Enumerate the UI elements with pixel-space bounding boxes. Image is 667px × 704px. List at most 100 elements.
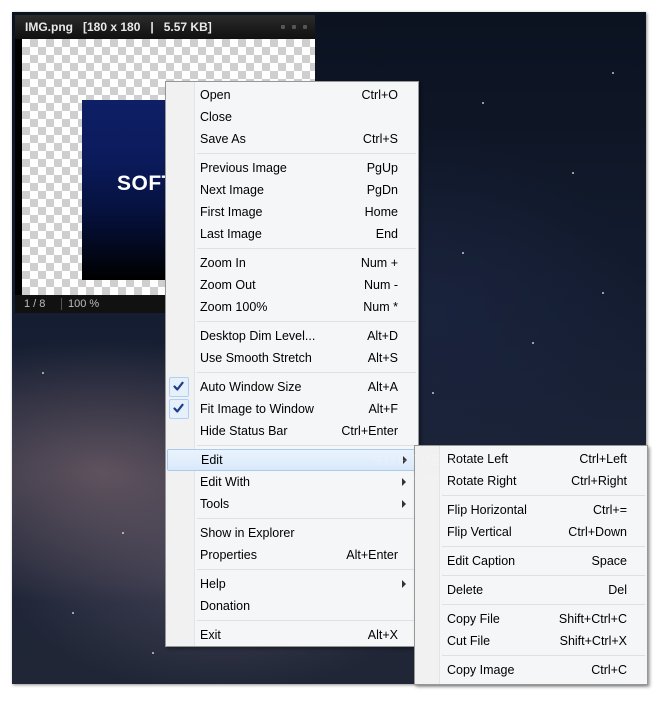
menu-item-next-image[interactable]: Next Image PgDn: [166, 179, 418, 201]
menu-item-shortcut: PgDn: [366, 183, 398, 197]
menu-item-label: Auto Window Size: [200, 380, 302, 394]
menu-item-label: Edit: [201, 453, 223, 467]
menu-item-label: Donation: [200, 599, 251, 613]
menu-item-label: Flip Horizontal: [447, 503, 527, 517]
menu-separator: [166, 617, 418, 624]
menu-separator: [166, 442, 418, 449]
minimize-dot[interactable]: [281, 25, 285, 29]
menu-separator: [415, 543, 647, 550]
menu-item-label: Copy File: [447, 612, 500, 626]
menu-separator: [415, 652, 647, 659]
menu-item-label: Edit With: [200, 475, 251, 489]
menu-item-label: Use Smooth Stretch: [200, 351, 312, 365]
zoom-level: 100 %: [68, 298, 100, 310]
menu-item-shortcut: Space: [591, 554, 627, 568]
menu-item-label: Edit Caption: [447, 554, 516, 568]
menu-item-show-in-explorer[interactable]: Show in Explorer: [166, 522, 418, 544]
menu-item-label: Desktop Dim Level...: [200, 329, 316, 343]
maximize-dot[interactable]: [292, 25, 296, 29]
menu-separator: [166, 245, 418, 252]
menu-item-shortcut: Alt+F: [368, 402, 398, 416]
menu-item-auto-window-size[interactable]: Auto Window Size Alt+A: [166, 376, 418, 398]
menu-item-smooth-stretch[interactable]: Use Smooth Stretch Alt+S: [166, 347, 418, 369]
menu-item-flip-horizontal[interactable]: Flip Horizontal Ctrl+=: [415, 499, 647, 521]
menu-item-shortcut: End: [375, 227, 398, 241]
menu-separator: [166, 369, 418, 376]
menu-item-shortcut: PgUp: [366, 161, 398, 175]
menu-item-shortcut: Alt+X: [367, 628, 398, 642]
submenu-arrow-icon: [402, 580, 406, 588]
viewer-title-bar[interactable]: IMG.png [180 x 180 | 5.57 KB]: [15, 15, 315, 39]
menu-item-delete[interactable]: Delete Del: [415, 579, 647, 601]
menu-item-shortcut: Alt+A: [367, 380, 398, 394]
menu-item-label: Exit: [200, 628, 221, 642]
menu-item-copy-file[interactable]: Copy File Shift+Ctrl+C: [415, 608, 647, 630]
menu-item-label: Show in Explorer: [200, 526, 295, 540]
watermark-url: www.softpedia.com: [390, 472, 468, 482]
image-position: 1 / 8: [24, 298, 46, 310]
menu-item-shortcut: Ctrl+O: [361, 88, 398, 102]
menu-item-shortcut: Home: [364, 205, 398, 219]
menu-item-shortcut: Ctrl+C: [591, 663, 627, 677]
menu-item-close[interactable]: Close: [166, 106, 418, 128]
menu-item-label: Cut File: [447, 634, 491, 648]
menu-item-label: Zoom Out: [200, 278, 256, 292]
menu-item-shortcut: Del: [608, 583, 627, 597]
close-dot[interactable]: [303, 25, 307, 29]
menu-item-shortcut: Num *: [363, 300, 398, 314]
menu-item-shortcut: Ctrl+Enter: [341, 424, 398, 438]
menu-item-label: Next Image: [200, 183, 264, 197]
menu-separator: [166, 515, 418, 522]
menu-item-label: Tools: [200, 497, 230, 511]
menu-item-label: Zoom In: [200, 256, 246, 270]
menu-item-fit-image-to-window[interactable]: Fit Image to Window Alt+F: [166, 398, 418, 420]
menu-item-last-image[interactable]: Last Image End: [166, 223, 418, 245]
menu-item-shortcut: Shift+Ctrl+X: [559, 634, 627, 648]
menu-item-label: Properties: [200, 548, 257, 562]
menu-item-label: Copy Image: [447, 663, 515, 677]
menu-item-tools[interactable]: Tools: [166, 493, 418, 515]
menu-item-label: First Image: [200, 205, 263, 219]
menu-item-label: Close: [200, 110, 232, 124]
menu-separator: [415, 572, 647, 579]
menu-item-shortcut: Num -: [363, 278, 398, 292]
menu-item-cut-file[interactable]: Cut File Shift+Ctrl+X: [415, 630, 647, 652]
menu-item-shortcut: Alt+D: [367, 329, 398, 343]
menu-item-shortcut: Num +: [360, 256, 398, 270]
menu-item-first-image[interactable]: First Image Home: [166, 201, 418, 223]
submenu-arrow-icon: [402, 500, 406, 508]
menu-item-zoom-out[interactable]: Zoom Out Num -: [166, 274, 418, 296]
menu-item-shortcut: Ctrl+Left: [579, 452, 627, 466]
menu-item-edit-with[interactable]: Edit With: [166, 471, 418, 493]
menu-item-donation[interactable]: Donation: [166, 595, 418, 617]
menu-separator: [166, 150, 418, 157]
menu-item-zoom-100[interactable]: Zoom 100% Num *: [166, 296, 418, 318]
menu-item-copy-image[interactable]: Copy Image Ctrl+C: [415, 659, 647, 681]
menu-item-shortcut: Ctrl+S: [362, 132, 398, 146]
menu-item-flip-vertical[interactable]: Flip Vertical Ctrl+Down: [415, 521, 647, 543]
menu-item-shortcut: Ctrl+=: [592, 503, 627, 517]
window-controls[interactable]: [281, 25, 307, 29]
menu-item-save-as[interactable]: Save As Ctrl+S: [166, 128, 418, 150]
menu-item-shortcut: Ctrl+Right: [571, 474, 627, 488]
menu-separator: [166, 318, 418, 325]
menu-item-zoom-in[interactable]: Zoom In Num +: [166, 252, 418, 274]
viewer-title: IMG.png [180 x 180 | 5.57 KB]: [25, 20, 212, 34]
menu-item-label: Hide Status Bar: [200, 424, 288, 438]
menu-item-properties[interactable]: Properties Alt+Enter: [166, 544, 418, 566]
status-divider: [61, 298, 62, 310]
menu-separator: [415, 601, 647, 608]
menu-item-exit[interactable]: Exit Alt+X: [166, 624, 418, 646]
menu-item-hide-status-bar[interactable]: Hide Status Bar Ctrl+Enter: [166, 420, 418, 442]
menu-item-help[interactable]: Help: [166, 573, 418, 595]
menu-item-label: Delete: [447, 583, 484, 597]
menu-item-shortcut: Alt+S: [367, 351, 398, 365]
menu-item-previous-image[interactable]: Previous Image PgUp: [166, 157, 418, 179]
menu-item-label: Open: [200, 88, 231, 102]
menu-item-label: Save As: [200, 132, 246, 146]
menu-item-open[interactable]: Open Ctrl+O: [166, 84, 418, 106]
menu-item-desktop-dim-level[interactable]: Desktop Dim Level... Alt+D: [166, 325, 418, 347]
menu-separator: [415, 492, 647, 499]
menu-item-shortcut: Alt+Enter: [346, 548, 398, 562]
menu-item-edit-caption[interactable]: Edit Caption Space: [415, 550, 647, 572]
